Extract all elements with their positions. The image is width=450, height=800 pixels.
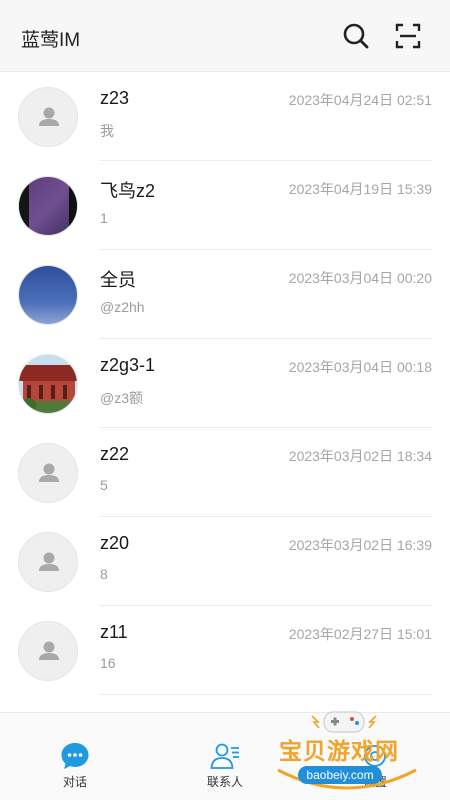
app-title: 蓝莺IM bbox=[21, 30, 81, 51]
conversation-time: 2023年03月02日 18:34 bbox=[288, 448, 432, 464]
scan-icon[interactable] bbox=[391, 20, 425, 52]
tab-conversations[interactable]: 对话 bbox=[0, 713, 150, 800]
search-icon[interactable] bbox=[339, 20, 373, 52]
conversation-time: 2023年03月02日 16:39 bbox=[288, 537, 432, 553]
conversation-preview: 5 bbox=[100, 477, 108, 493]
conversation-name: z20 bbox=[100, 533, 130, 553]
conversation-time: 2023年03月04日 00:20 bbox=[288, 270, 432, 286]
conversation-time: 2023年04月24日 02:51 bbox=[288, 92, 432, 108]
conversation-list[interactable]: z23 2023年04月24日 02:51 我 飞鸟z2 2023年04月19日… bbox=[0, 72, 450, 712]
conversation-time: 2023年03月04日 00:18 bbox=[288, 359, 432, 375]
conversation-row[interactable]: z2g3-1 2023年03月04日 00:18 @z3额 bbox=[0, 339, 450, 428]
conversation-time: 2023年02月27日 15:01 bbox=[288, 626, 432, 642]
watermark-text: 宝贝游戏网 bbox=[279, 738, 399, 764]
tab-label: 对话 bbox=[62, 775, 87, 789]
chat-bubble-icon bbox=[59, 740, 91, 772]
conversation-row[interactable]: z23 2023年04月24日 02:51 我 bbox=[0, 72, 450, 161]
avatar bbox=[18, 176, 78, 236]
watermark-logo: 宝贝游戏网 baobeiy.com bbox=[272, 708, 422, 798]
contacts-icon bbox=[209, 740, 241, 772]
default-avatar-icon bbox=[18, 87, 78, 147]
conversation-name: 飞鸟z2 bbox=[100, 181, 156, 201]
conversation-row[interactable]: z20 2023年03月02日 16:39 8 bbox=[0, 517, 450, 606]
conversation-preview: @z2hh bbox=[100, 299, 145, 315]
watermark-url: baobeiy.com bbox=[298, 766, 382, 784]
default-avatar-icon bbox=[18, 621, 78, 681]
conversation-preview: 8 bbox=[100, 566, 108, 582]
conversation-preview: @z3额 bbox=[100, 390, 143, 406]
conversation-name: 全员 bbox=[100, 270, 136, 290]
conversation-row[interactable]: z22 2023年03月02日 18:34 5 bbox=[0, 428, 450, 517]
default-avatar-icon bbox=[18, 532, 78, 592]
default-avatar-icon bbox=[18, 443, 78, 503]
conversation-name: z23 bbox=[100, 88, 130, 108]
conversation-row[interactable]: z11 2023年02月27日 15:01 16 bbox=[0, 606, 450, 695]
conversation-name: z22 bbox=[100, 444, 130, 464]
app-bar: 蓝莺IM bbox=[0, 0, 450, 72]
conversation-preview: 16 bbox=[100, 655, 116, 671]
conversation-row[interactable]: 飞鸟z2 2023年04月19日 15:39 1 bbox=[0, 161, 450, 250]
conversation-time: 2023年04月19日 15:39 bbox=[288, 181, 432, 197]
avatar bbox=[18, 265, 78, 325]
conversation-name: z2g3-1 bbox=[100, 355, 156, 375]
conversation-preview: 我 bbox=[100, 123, 114, 139]
conversation-row[interactable]: 全员 2023年03月04日 00:20 @z2hh bbox=[0, 250, 450, 339]
avatar bbox=[18, 354, 78, 414]
conversation-preview: 1 bbox=[100, 210, 108, 226]
conversation-name: z11 bbox=[100, 622, 128, 642]
